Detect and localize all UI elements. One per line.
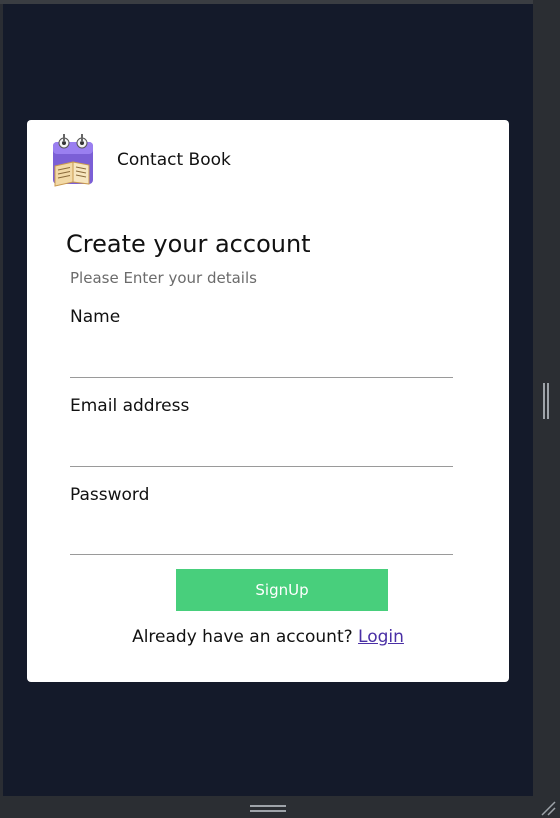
corner-resize-grip-icon[interactable]: [538, 800, 556, 816]
brand: [49, 132, 99, 188]
signup-button[interactable]: SignUp: [176, 569, 388, 611]
login-link[interactable]: Login: [358, 627, 404, 647]
password-input[interactable]: [70, 525, 453, 555]
brand-name: Contact Book: [117, 150, 231, 170]
calendar-book-logo-icon: [53, 134, 93, 187]
login-prompt-row: Already have an account? Login: [27, 627, 509, 647]
signup-card: Contact Book Create your account Please …: [27, 120, 509, 682]
horizontal-resize-handle[interactable]: [250, 805, 286, 812]
email-input[interactable]: [70, 437, 453, 467]
password-label: Password: [70, 485, 150, 505]
page-subtitle: Please Enter your details: [70, 269, 257, 287]
email-label: Email address: [70, 396, 190, 416]
vertical-resize-handle[interactable]: [543, 383, 549, 419]
page-title: Create your account: [66, 230, 311, 258]
name-label: Name: [70, 307, 121, 327]
login-prompt-text: Already have an account?: [132, 627, 353, 647]
name-input[interactable]: [70, 348, 453, 378]
